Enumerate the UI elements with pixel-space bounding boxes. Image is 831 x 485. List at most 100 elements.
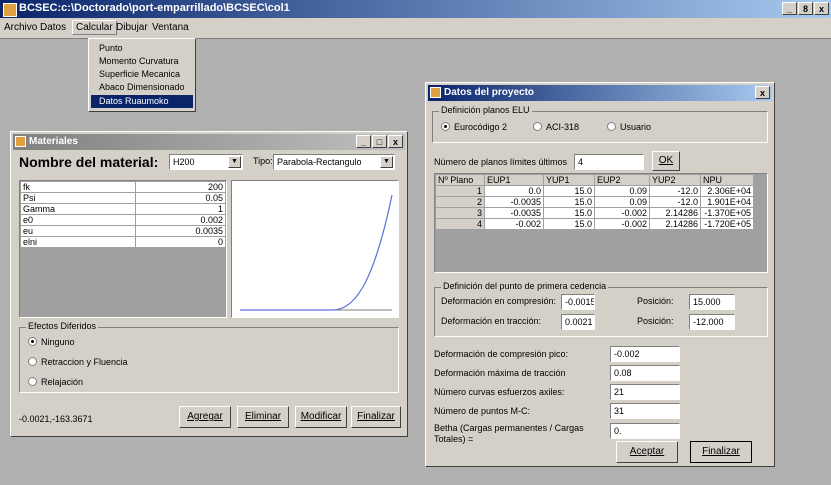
menu-item-datos-ruaumoko[interactable]: Datos Ruaumoko xyxy=(91,95,193,108)
table-row[interactable]: 1 0.0 15.0 0.09 -12.0 2.306E+04 xyxy=(435,185,754,197)
menu-item-superficie-mecanica[interactable]: Superficie Mecanica xyxy=(91,68,193,81)
finalizar-button[interactable]: Finalizar xyxy=(351,406,401,428)
param-row[interactable]: Gamma 1 xyxy=(20,203,226,215)
param-row[interactable]: elni 0 xyxy=(20,236,226,248)
table-cell[interactable]: 2.14286 xyxy=(649,218,701,230)
column-header[interactable]: EUP1 xyxy=(484,174,544,186)
table-cell[interactable]: -0.002 xyxy=(484,218,544,230)
table-cell[interactable]: -0.002 xyxy=(594,218,650,230)
column-header[interactable]: Nº Plano xyxy=(435,174,485,186)
aceptar-label: Aceptar xyxy=(629,446,665,457)
traccion-max-input[interactable]: 0.08 xyxy=(610,365,680,381)
table-cell[interactable]: -0.0035 xyxy=(484,196,544,208)
menu-archivo[interactable]: Archivo xyxy=(4,22,37,33)
param-value[interactable]: 0.002 xyxy=(135,214,226,226)
close-button[interactable]: x xyxy=(755,86,770,99)
compresion-input[interactable]: -0.0015 xyxy=(561,294,595,310)
table-cell[interactable]: 2.14286 xyxy=(649,207,701,219)
maximize-button[interactable]: 8 xyxy=(798,2,813,15)
param-row[interactable]: fk 200 xyxy=(20,181,226,193)
radio-relajacion[interactable]: Relajación xyxy=(28,377,83,387)
curvas-axiles-input[interactable]: 21 xyxy=(610,384,680,400)
param-row[interactable]: eu 0.0035 xyxy=(20,225,226,237)
param-value[interactable]: 0 xyxy=(135,236,226,248)
tipo-combo[interactable]: Parabola-Rectangulo ▼ xyxy=(273,154,395,170)
param-value[interactable]: 200 xyxy=(135,181,226,193)
minimize-button[interactable]: _ xyxy=(782,2,797,15)
menu-item-abaco-dimensionado[interactable]: Abaco Dimensionado xyxy=(91,81,193,94)
table-cell[interactable]: -0.002 xyxy=(594,207,650,219)
agregar-button[interactable]: Agregar xyxy=(179,406,231,428)
table-cell[interactable]: 15.0 xyxy=(543,218,595,230)
close-button[interactable]: x xyxy=(814,2,829,15)
menu-calcular[interactable]: Calcular xyxy=(72,20,117,35)
radio-usuario[interactable]: Usuario xyxy=(607,122,651,132)
close-button[interactable]: x xyxy=(388,135,403,148)
modificar-label: Modificar xyxy=(300,411,342,422)
radio-eurocodigo[interactable]: Eurocódigo 2 xyxy=(441,122,507,132)
table-row[interactable]: 3 -0.0035 15.0 -0.002 2.14286 -1.370E+05 xyxy=(435,207,754,219)
param-value[interactable]: 0.0035 xyxy=(135,225,226,237)
table-cell[interactable]: 2.306E+04 xyxy=(700,185,754,197)
elu-group-label: Definición planos ELU xyxy=(439,105,532,115)
table-cell[interactable]: -0.0035 xyxy=(484,207,544,219)
table-cell[interactable]: 4 xyxy=(435,218,485,230)
eliminar-button[interactable]: Eliminar xyxy=(237,406,289,428)
table-cell[interactable]: 0.09 xyxy=(594,196,650,208)
posicion-trac-input[interactable]: -12.000 xyxy=(689,314,735,330)
compresion-pico-label: Deformación de compresión pico: xyxy=(434,349,569,359)
radio-aci[interactable]: ACI-318 xyxy=(533,122,579,132)
aceptar-button[interactable]: Aceptar xyxy=(616,441,678,463)
menu-item-punto[interactable]: Punto xyxy=(91,42,193,55)
chevron-down-icon[interactable]: ▼ xyxy=(228,156,241,168)
radio-ninguno[interactable]: Ninguno xyxy=(28,337,75,347)
table-row[interactable]: 2 -0.0035 15.0 0.09 -12.0 1.901E+04 xyxy=(435,196,754,208)
chevron-down-icon[interactable]: ▼ xyxy=(380,156,393,168)
table-cell[interactable]: 15.0 xyxy=(543,196,595,208)
efectos-label: Efectos Diferidos xyxy=(26,321,99,331)
traccion-input[interactable]: 0.0021 xyxy=(561,314,595,330)
table-cell[interactable]: 3 xyxy=(435,207,485,219)
param-row[interactable]: Psi 0.05 xyxy=(20,192,226,204)
ok-button[interactable]: OK xyxy=(652,151,680,171)
table-cell[interactable]: 0.0 xyxy=(484,185,544,197)
radio-retraccion[interactable]: Retraccion y Fluencia xyxy=(28,357,128,367)
puntos-mc-input[interactable]: 31 xyxy=(610,403,680,419)
proyecto-window: Datos del proyecto x Definición planos E… xyxy=(425,82,775,467)
num-planos-label: Número de planos límites últimos xyxy=(434,157,568,167)
table-cell[interactable]: -12.0 xyxy=(649,196,701,208)
app-title: BCSEC:c:\Doctorado\port-emparrillado\BCS… xyxy=(19,2,290,14)
column-header[interactable]: NPU xyxy=(700,174,754,186)
table-cell[interactable]: 1 xyxy=(435,185,485,197)
table-cell[interactable]: -12.0 xyxy=(649,185,701,197)
column-header[interactable]: EUP2 xyxy=(594,174,650,186)
table-cell[interactable]: -1.370E+05 xyxy=(700,207,754,219)
betha-input[interactable]: 0. xyxy=(610,423,680,439)
menu-datos[interactable]: Datos xyxy=(40,22,66,33)
menu-dibujar[interactable]: Dibujar xyxy=(116,22,148,33)
param-value[interactable]: 0.05 xyxy=(135,192,226,204)
table-cell[interactable]: -1.720E+05 xyxy=(700,218,754,230)
compresion-pico-input[interactable]: -0.002 xyxy=(610,346,680,362)
minimize-button[interactable]: _ xyxy=(356,135,371,148)
num-planos-input[interactable]: 4 xyxy=(574,154,644,170)
menu-ventana[interactable]: Ventana xyxy=(152,22,189,33)
table-cell[interactable]: 15.0 xyxy=(543,207,595,219)
param-value[interactable]: 1 xyxy=(135,203,226,215)
posicion-comp-input[interactable]: 15.000 xyxy=(689,294,735,310)
table-cell[interactable]: 2 xyxy=(435,196,485,208)
column-header[interactable]: YUP2 xyxy=(649,174,701,186)
material-name-combo[interactable]: H200 ▼ xyxy=(169,154,243,170)
table-cell[interactable]: 0.09 xyxy=(594,185,650,197)
maximize-button[interactable]: □ xyxy=(372,135,387,148)
param-row[interactable]: e0 0.002 xyxy=(20,214,226,226)
modificar-button[interactable]: Modificar xyxy=(295,406,347,428)
column-header[interactable]: YUP1 xyxy=(543,174,595,186)
finalizar-proyecto-button[interactable]: Finalizar xyxy=(690,441,752,463)
table-row[interactable]: 4 -0.002 15.0 -0.002 2.14286 -1.720E+05 xyxy=(435,218,754,230)
table-cell[interactable]: 1.901E+04 xyxy=(700,196,754,208)
table-cell[interactable]: 15.0 xyxy=(543,185,595,197)
menu-item-momento-curvatura[interactable]: Momento Curvatura xyxy=(91,55,193,68)
material-curve xyxy=(240,194,393,311)
stress-strain-chart xyxy=(240,194,393,311)
